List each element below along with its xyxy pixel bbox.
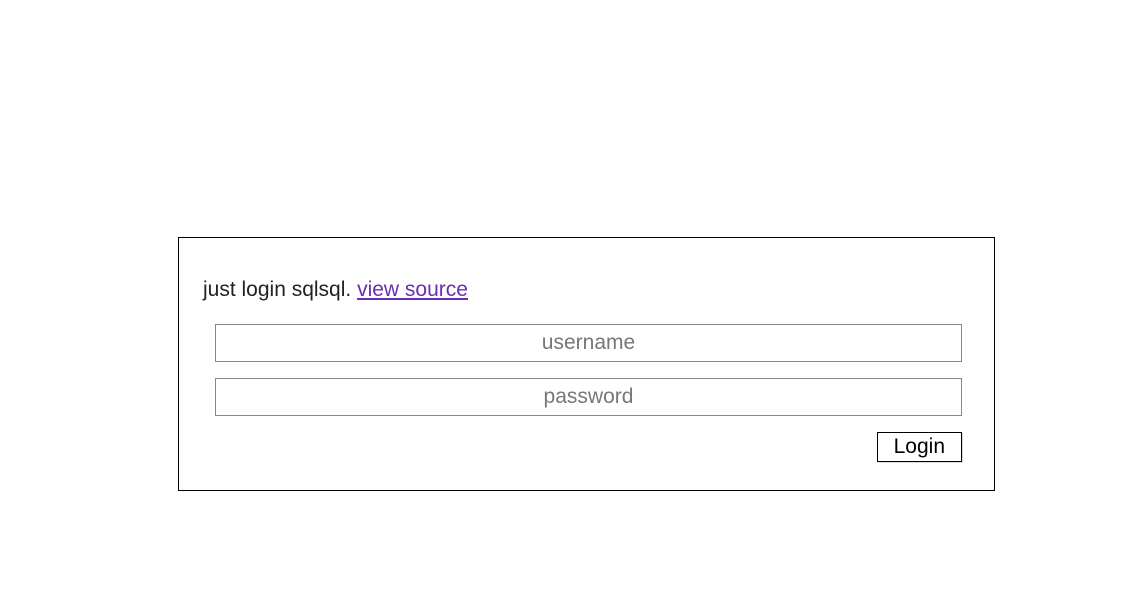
username-input[interactable] — [215, 324, 962, 362]
username-row — [215, 324, 962, 362]
password-input[interactable] — [215, 378, 962, 416]
login-panel: just login sqlsql. view source Login — [178, 237, 995, 491]
button-row: Login — [215, 432, 962, 462]
password-row — [215, 378, 962, 416]
view-source-link[interactable]: view source — [357, 278, 468, 301]
intro-text: just login sqlsql. — [203, 278, 357, 301]
login-button[interactable]: Login — [877, 432, 962, 462]
intro-line: just login sqlsql. view source — [199, 278, 974, 302]
